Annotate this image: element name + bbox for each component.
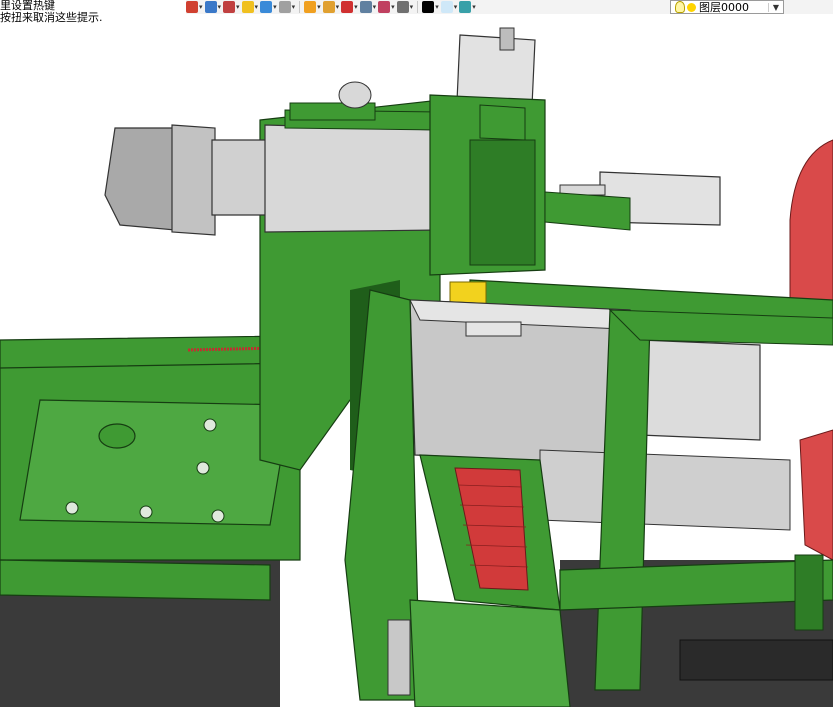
yellow-block	[449, 281, 487, 305]
toolbar-button-camera[interactable]: ▾	[396, 1, 414, 14]
toolbar-separator	[299, 1, 301, 13]
dropdown-arrow-icon[interactable]: ▾	[336, 1, 340, 13]
coupling	[211, 139, 271, 216]
housing-slot	[465, 321, 522, 337]
dropdown-arrow-icon[interactable]: ▾	[292, 1, 296, 13]
hint-line-2: 按扭来取消这些提示.	[0, 11, 103, 24]
toolbar-button-box-blue[interactable]: ▾	[260, 1, 277, 14]
toolbar-button-zoom-fit[interactable]: ▾	[322, 1, 340, 14]
dropdown-arrow-icon[interactable]: ▾	[273, 1, 277, 13]
linear-module	[264, 124, 441, 233]
camera-icon	[396, 1, 409, 13]
vertical-slide-dark	[469, 139, 536, 266]
undo-icon	[186, 1, 198, 13]
cylinder-fitting	[499, 27, 515, 51]
grey-rod	[387, 619, 411, 696]
3d-viewport[interactable]: 里设置热键 按扭来取消这些提示. ▾ ▾ ▾ ▾ ▾ ▾ ▾ ▾ ▾ ▾ ▾ ▾ ▾ ▾ ▾ 图层0000 …	[0, 0, 833, 707]
stack-icon	[459, 1, 472, 13]
layer-name: 图层0000	[699, 1, 749, 14]
zoom-fit-icon	[322, 1, 335, 13]
toolbar-button-frame[interactable]: ▾	[378, 1, 395, 14]
right-lower-box	[539, 449, 791, 531]
servo-motor-body	[104, 127, 176, 231]
layer-select[interactable]: 图层0000 ▼	[670, 0, 784, 14]
move-icon	[341, 1, 354, 13]
black-swatch-icon	[422, 1, 435, 13]
dropdown-arrow-icon[interactable]: ▾	[317, 1, 321, 13]
dropdown-arrow-icon[interactable]: ▾	[410, 1, 414, 13]
cad-model-scene[interactable]	[0, 0, 833, 707]
toolbar-button-undo[interactable]: ▾	[186, 1, 203, 14]
dropdown-arrow-icon[interactable]: ▾	[391, 1, 395, 13]
layers-icon	[204, 1, 217, 13]
dropdown-arrow-icon[interactable]: ▾	[199, 1, 203, 13]
toolbar-button-move[interactable]: ▾	[341, 1, 358, 14]
page-icon	[359, 1, 372, 13]
base-slot	[679, 639, 833, 681]
servo-motor-flange	[171, 124, 216, 236]
top-cable-gland	[338, 81, 372, 109]
plate-knob	[98, 423, 136, 449]
slide-top-block	[479, 104, 526, 141]
green-post	[794, 554, 824, 631]
dropdown-arrow-icon[interactable]: ▾	[218, 1, 222, 13]
toolbar-button-render-style[interactable]: ▾	[304, 1, 321, 14]
box-yellow-icon	[241, 1, 254, 13]
box-blue-icon	[260, 1, 273, 13]
light-blue-swatch-icon	[440, 1, 453, 13]
toolbar-button-page[interactable]: ▾	[359, 1, 377, 14]
toolbar-button-black-swatch[interactable]: ▾	[422, 1, 439, 14]
dropdown-arrow-icon[interactable]: ▾	[435, 1, 439, 13]
toolbar-button-pencil[interactable]: ▾	[223, 1, 240, 14]
hint-text: 里设置热键 按扭来取消这些提示.	[0, 0, 103, 24]
frame-icon	[378, 1, 391, 13]
dropdown-arrow-icon[interactable]: ▾	[472, 1, 476, 13]
right-grey-block	[639, 339, 761, 441]
lightbulb-icon[interactable]	[675, 1, 685, 13]
cylinder-mount-bracket	[544, 191, 631, 231]
render-style-icon	[304, 1, 317, 13]
dropdown-arrow-icon[interactable]: ▾	[255, 1, 259, 13]
toolbar-button-box-yellow[interactable]: ▾	[241, 1, 259, 14]
toolbar-button-layers[interactable]: ▾	[204, 1, 222, 14]
dropdown-arrow-icon[interactable]: ▾	[354, 1, 358, 13]
toolbar-button-cube-outline[interactable]: ▾	[278, 1, 296, 14]
toolbar-button-light-blue-swatch[interactable]: ▾	[440, 1, 458, 14]
left-plate	[19, 399, 291, 526]
dropdown-arrow-icon[interactable]: ▾	[454, 1, 458, 13]
cube-outline-icon	[278, 1, 291, 13]
left-lower-bar	[0, 559, 271, 601]
dropdown-arrow-icon[interactable]: ▾	[236, 1, 240, 13]
dropdown-arrow-icon[interactable]: ▾	[373, 1, 377, 13]
lower-chute	[409, 599, 571, 707]
sun-icon[interactable]	[687, 2, 696, 12]
chevron-down-icon[interactable]: ▼	[767, 2, 783, 12]
toolbar-button-stack[interactable]: ▾	[459, 1, 476, 14]
red-cylinder-lower	[799, 429, 833, 561]
toolbar-separator	[417, 1, 419, 13]
pencil-icon	[223, 1, 236, 13]
